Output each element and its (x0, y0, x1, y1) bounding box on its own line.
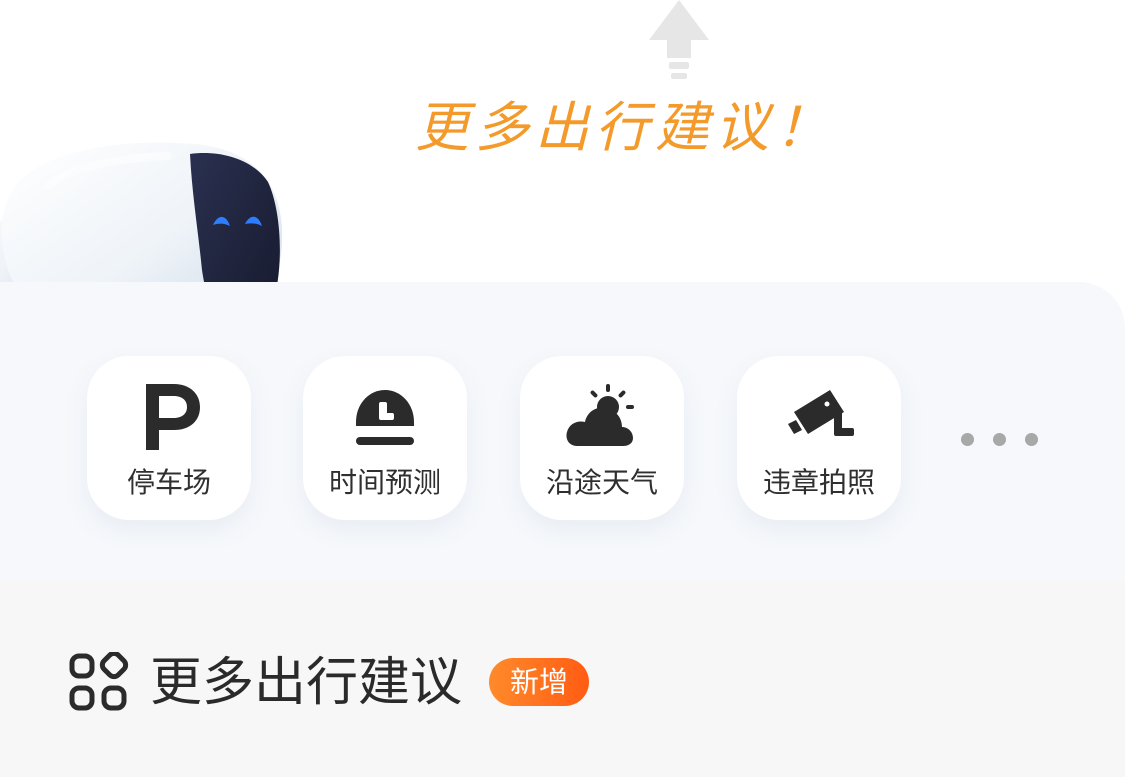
more-dot (961, 433, 974, 446)
time-prediction-label: 时间预测 (328, 466, 441, 499)
more-suggestions-title[interactable]: 更多出行建议 (150, 648, 462, 718)
weather-icon (566, 384, 634, 446)
new-badge: 新增 (489, 658, 589, 706)
grid-apps-icon (69, 652, 129, 711)
swipe-up-arrow-icon (649, 0, 709, 79)
traffic-camera-icon (788, 390, 854, 436)
traffic-violation-tile[interactable]: 违章拍照 (737, 356, 901, 520)
traffic-violation-label: 违章拍照 (762, 466, 875, 499)
more-dot (1025, 433, 1038, 446)
more-services-button[interactable] (955, 428, 1045, 452)
screen: 更多出行建议！ 停车场 时间预测 沿途天气 违章拍照 更多出行建议 新增 (0, 0, 1125, 777)
clock-icon (356, 390, 414, 445)
more-suggestions-hint: 更多出行建议！ (415, 96, 835, 159)
parking-label: 停车场 (126, 466, 211, 499)
parking-icon (146, 384, 200, 450)
more-dot (993, 433, 1006, 446)
weather-label: 沿途天气 (545, 466, 658, 499)
time-prediction-tile[interactable]: 时间预测 (303, 356, 467, 520)
parking-tile[interactable]: 停车场 (87, 356, 251, 520)
weather-tile[interactable]: 沿途天气 (520, 356, 684, 520)
